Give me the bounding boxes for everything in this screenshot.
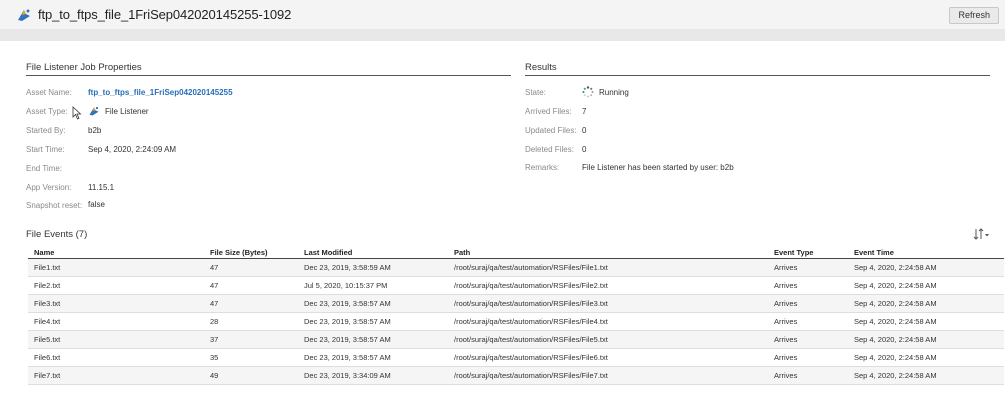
state-text: Running <box>599 87 629 97</box>
cell-last-modified: Jul 5, 2020, 10:15:37 PM <box>304 280 388 290</box>
cell-file-size: 35 <box>210 352 219 362</box>
start-time-value: Sep 4, 2020, 2:24:09 AM <box>88 145 177 154</box>
cell-file-size: 28 <box>210 316 219 326</box>
cell-event-type: Arrives <box>774 262 798 272</box>
cell-file-size: 37 <box>210 334 219 344</box>
cell-event-time: Sep 4, 2020, 2:24:58 AM <box>854 334 937 344</box>
table-row[interactable]: File2.txt 47 Jul 5, 2020, 10:15:37 PM /r… <box>28 276 1004 294</box>
cell-last-modified: Dec 23, 2019, 3:34:09 AM <box>304 370 391 380</box>
cell-file-size: 47 <box>210 262 219 272</box>
app-version-label: App Version: <box>26 183 72 192</box>
cell-event-type: Arrives <box>774 316 798 326</box>
cell-event-time: Sep 4, 2020, 2:24:58 AM <box>854 352 937 362</box>
cell-file-size: 47 <box>210 298 219 308</box>
cell-path: /root/suraj/qa/test/automation/RSFiles/F… <box>454 370 608 380</box>
cell-path: /root/suraj/qa/test/automation/RSFiles/F… <box>454 316 608 326</box>
cell-last-modified: Dec 23, 2019, 3:58:59 AM <box>304 262 391 272</box>
deleted-files-label: Deleted Files: <box>525 145 574 154</box>
start-time-label: Start Time: <box>26 145 65 154</box>
cell-path: /root/suraj/qa/test/automation/RSFiles/F… <box>454 334 608 344</box>
cell-last-modified: Dec 23, 2019, 3:58:57 AM <box>304 316 391 326</box>
cell-last-modified: Dec 23, 2019, 3:58:57 AM <box>304 352 391 362</box>
table-row[interactable]: File5.txt 37 Dec 23, 2019, 3:58:57 AM /r… <box>28 330 1004 348</box>
cell-path: /root/suraj/qa/test/automation/RSFiles/F… <box>454 280 608 290</box>
cell-last-modified: Dec 23, 2019, 3:58:57 AM <box>304 298 391 308</box>
state-label: State: <box>525 88 546 97</box>
column-header-event-type[interactable]: Event Type <box>768 247 848 259</box>
table-row[interactable]: File6.txt 35 Dec 23, 2019, 3:58:57 AM /r… <box>28 348 1004 366</box>
cell-name: File7.txt <box>34 370 61 380</box>
table-header-row: Name File Size (Bytes) Last Modified Pat… <box>28 247 1004 259</box>
arrived-files-label: Arrived Files: <box>525 107 572 116</box>
job-properties-title: File Listener Job Properties <box>26 62 142 73</box>
snapshot-reset-label: Snapshot reset: <box>26 201 83 210</box>
asset-name-label: Asset Name: <box>26 88 72 97</box>
column-header-path[interactable]: Path <box>448 247 768 259</box>
table-row[interactable]: File7.txt 49 Dec 23, 2019, 3:34:09 AM /r… <box>28 366 1004 384</box>
sort-icon[interactable] <box>973 228 991 243</box>
file-listener-icon <box>16 7 32 23</box>
job-properties-rule <box>26 75 511 76</box>
asset-name-link[interactable]: ftp_to_ftps_file_1FriSep042020145255 <box>88 88 233 97</box>
cell-event-type: Arrives <box>774 352 798 362</box>
cell-name: File5.txt <box>34 334 61 344</box>
updated-files-value: 0 <box>582 126 587 135</box>
started-by-value: b2b <box>88 126 102 135</box>
cell-name: File3.txt <box>34 298 61 308</box>
cell-name: File4.txt <box>34 316 61 326</box>
asset-type-value: File Listener <box>88 105 149 117</box>
cell-event-time: Sep 4, 2020, 2:24:58 AM <box>854 316 937 326</box>
table-row[interactable]: File4.txt 28 Dec 23, 2019, 3:58:57 AM /r… <box>28 312 1004 330</box>
column-header-event-time[interactable]: Event Time <box>848 247 1004 259</box>
cell-path: /root/suraj/qa/test/automation/RSFiles/F… <box>454 262 608 272</box>
cell-file-size: 49 <box>210 370 219 380</box>
cell-name: File2.txt <box>34 280 61 290</box>
snapshot-reset-value: false <box>88 200 105 209</box>
column-header-name[interactable]: Name <box>28 247 204 259</box>
cell-name: File6.txt <box>34 352 61 362</box>
app-version-value: 11.15.1 <box>88 183 115 192</box>
state-value: Running <box>582 86 629 98</box>
page-header: ftp_to_ftps_file_1FriSep042020145255-109… <box>0 0 1005 29</box>
table-row[interactable]: File1.txt 47 Dec 23, 2019, 3:58:59 AM /r… <box>28 258 1004 276</box>
results-title: Results <box>525 62 557 73</box>
updated-files-label: Updated Files: <box>525 126 577 135</box>
arrived-files-value: 7 <box>582 107 587 116</box>
table-row[interactable]: File3.txt 47 Dec 23, 2019, 3:58:57 AM /r… <box>28 294 1004 312</box>
job-detail-panel: File Listener Job Properties Asset Name:… <box>12 41 1005 394</box>
asset-type-text: File Listener <box>105 106 149 116</box>
cell-event-time: Sep 4, 2020, 2:24:58 AM <box>854 262 937 272</box>
file-listener-icon <box>88 105 100 117</box>
column-header-file-size[interactable]: File Size (Bytes) <box>204 247 298 259</box>
remarks-value: File Listener has been started by user: … <box>582 163 734 172</box>
cell-event-time: Sep 4, 2020, 2:24:58 AM <box>854 370 937 380</box>
cell-last-modified: Dec 23, 2019, 3:58:57 AM <box>304 334 391 344</box>
spinner-icon <box>582 86 594 98</box>
asset-type-label: Asset Type: <box>26 107 68 116</box>
file-events-title: File Events (7) <box>26 229 88 240</box>
column-header-last-modified[interactable]: Last Modified <box>298 247 448 259</box>
remarks-label: Remarks: <box>525 163 560 172</box>
results-rule <box>525 75 990 76</box>
deleted-files-value: 0 <box>582 145 587 154</box>
mouse-cursor-icon <box>72 106 82 125</box>
cell-event-type: Arrives <box>774 298 798 308</box>
started-by-label: Started By: <box>26 126 66 135</box>
cell-event-time: Sep 4, 2020, 2:24:58 AM <box>854 280 937 290</box>
refresh-button[interactable]: Refresh <box>949 7 999 24</box>
cell-path: /root/suraj/qa/test/automation/RSFiles/F… <box>454 298 608 308</box>
cell-event-type: Arrives <box>774 334 798 344</box>
cell-path: /root/suraj/qa/test/automation/RSFiles/F… <box>454 352 608 362</box>
cell-file-size: 47 <box>210 280 219 290</box>
cell-event-type: Arrives <box>774 370 798 380</box>
end-time-label: End Time: <box>26 164 63 173</box>
page-title: ftp_to_ftps_file_1FriSep042020145255-109… <box>38 7 292 22</box>
cell-event-time: Sep 4, 2020, 2:24:58 AM <box>854 298 937 308</box>
file-events-table: Name File Size (Bytes) Last Modified Pat… <box>28 247 1004 385</box>
cell-name: File1.txt <box>34 262 61 272</box>
header-divider-band <box>0 29 1005 41</box>
cell-event-type: Arrives <box>774 280 798 290</box>
